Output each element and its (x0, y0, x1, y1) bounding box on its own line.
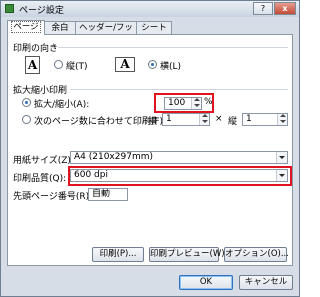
spin-down-icon (202, 120, 208, 123)
zoom-label: 拡大/縮小(A): (34, 100, 90, 110)
ok-button[interactable]: OK (179, 275, 233, 290)
pages-wide-label: 横 (148, 117, 158, 127)
first-page-input[interactable]: 自動 (88, 188, 128, 201)
paper-size-select[interactable]: A4 (210x297mm) (70, 151, 288, 164)
tab-margins[interactable]: 余白 (44, 21, 76, 34)
zoom-value: 100 (168, 98, 186, 108)
cancel-button[interactable]: キャンセル (239, 275, 293, 290)
tab-page[interactable]: ページ (7, 20, 45, 35)
print-quality-label: 印刷品質(Q): (13, 174, 67, 184)
page-tab-panel: 印刷の向き A 縦(T) A 横(L) 拡大縮小印刷 拡大/縮小(A): 100… (7, 34, 293, 266)
pages-tall-input[interactable]: 1 (242, 113, 288, 126)
chevron-down-icon (276, 152, 287, 163)
print-quality-value: 600 dpi (74, 170, 108, 180)
print-preview-button[interactable]: 印刷プレビュー(W) (149, 247, 225, 262)
print-button[interactable]: 印刷(P)... (92, 247, 144, 262)
spin-down-icon (280, 120, 286, 123)
page-setup-dialog: ページ設定 ? x ページ 余白 ヘッダー/フッター シート 印刷の向き A 縦… (0, 0, 300, 297)
spin-up-icon (202, 114, 208, 117)
spin-down-icon (194, 104, 200, 107)
scaling-heading: 拡大縮小印刷 (13, 86, 68, 96)
pages-tall-label: 縦 (228, 117, 238, 127)
orientation-divider (58, 47, 288, 48)
portrait-radio[interactable] (54, 60, 63, 69)
tab-sheet[interactable]: シート (136, 21, 172, 34)
title-bar: ページ設定 ? x (1, 1, 299, 17)
window-title: ページ設定 (19, 6, 64, 16)
paper-size-value: A4 (210x297mm) (74, 152, 153, 162)
zoom-spinner[interactable] (191, 98, 201, 109)
close-button[interactable]: x (274, 2, 296, 15)
pages-tall-spinner[interactable] (277, 114, 287, 125)
fit-pages-radio[interactable] (22, 115, 31, 124)
spin-up-icon (280, 114, 286, 117)
print-quality-select[interactable]: 600 dpi (70, 169, 288, 182)
landscape-label: 横(L) (160, 62, 182, 72)
fit-pages-label: 次のページ数に合わせて印刷(F): (34, 117, 167, 127)
paper-size-label: 用紙サイズ(Z): (13, 156, 74, 166)
zoom-radio[interactable] (22, 98, 31, 107)
chevron-down-icon (276, 170, 287, 181)
landscape-icon: A (115, 57, 135, 72)
app-icon (5, 4, 14, 13)
options-button[interactable]: オプション(O)... (224, 247, 289, 262)
pages-tall-value: 1 (246, 114, 252, 124)
tab-page-label: ページ (11, 21, 41, 33)
pages-wide-input[interactable]: 1 (162, 113, 210, 126)
help-button[interactable]: ? (253, 2, 273, 15)
first-page-value: 自動 (92, 189, 111, 199)
first-page-label: 先頭ページ番号(R): (13, 192, 93, 202)
zoom-input[interactable]: 100 (164, 97, 202, 110)
portrait-label: 縦(T) (66, 62, 88, 72)
times-sign: × (215, 114, 223, 124)
tab-header-footer[interactable]: ヘッダー/フッター (75, 21, 137, 45)
pages-wide-spinner[interactable] (199, 114, 209, 125)
spin-up-icon (194, 98, 200, 101)
zoom-unit: % (204, 97, 213, 107)
portrait-icon: A (25, 56, 40, 74)
scaling-divider (70, 89, 288, 90)
landscape-radio[interactable] (148, 60, 157, 69)
orientation-heading: 印刷の向き (13, 44, 59, 54)
pages-wide-value: 1 (166, 114, 172, 124)
